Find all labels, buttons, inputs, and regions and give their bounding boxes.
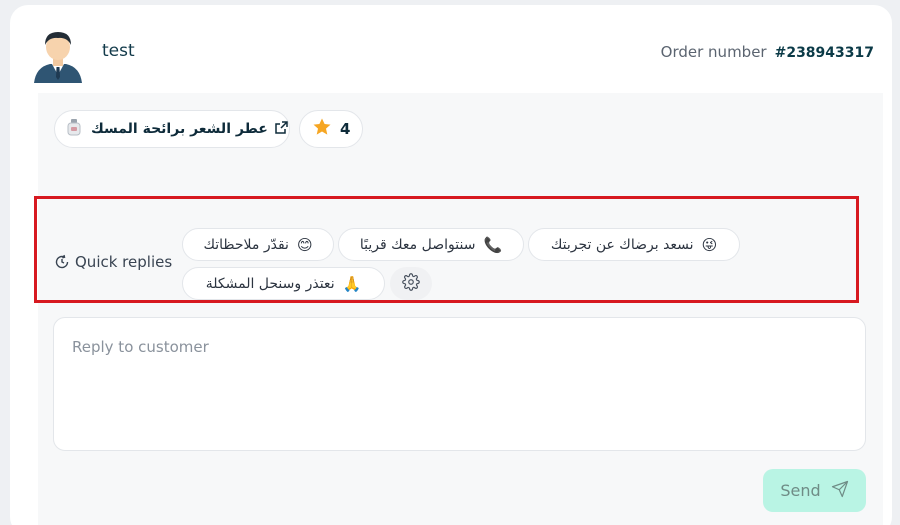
quick-reply-chip[interactable]: 😜 نسعد برضاك عن تجربتك	[528, 228, 740, 261]
quick-reply-emoji: 😜	[701, 235, 718, 254]
quick-reply-text: نعتذر وسنحل المشكلة	[205, 275, 335, 292]
product-chip[interactable]: عطر الشعر برائحة المسك	[54, 110, 290, 148]
quick-reply-text: نقدّر ملاحظاتك	[203, 236, 289, 253]
quick-reply-emoji: 📞	[483, 235, 503, 254]
conversation-panel: عطر الشعر برائحة المسك 4	[38, 93, 883, 525]
reply-input[interactable]	[53, 317, 866, 451]
star-icon	[312, 117, 332, 141]
customer-name: test	[102, 41, 135, 61]
quick-replies-settings-button[interactable]	[390, 267, 432, 300]
send-button[interactable]: Send	[763, 469, 866, 512]
product-name: عطر الشعر برائحة المسك	[91, 121, 268, 137]
perfume-bottle-icon	[65, 118, 83, 140]
header: test Order number #238943317	[10, 5, 892, 93]
order-number[interactable]: #238943317	[775, 45, 874, 61]
order-number-label: Order number	[660, 43, 767, 61]
quick-replies-label: Quick replies	[75, 253, 173, 271]
quick-reply-text: نسعد برضاك عن تجربتك	[550, 236, 694, 253]
quick-reply-chip[interactable]: 📞 سنتواصل معك قريبًا	[338, 228, 524, 261]
quick-reply-emoji: 😊	[296, 235, 313, 254]
refresh-icon	[54, 254, 70, 270]
rating-value: 4	[340, 120, 351, 138]
send-icon	[821, 480, 849, 502]
quick-reply-text: سنتواصل معك قريبًا	[359, 236, 476, 253]
order-info: Order number #238943317	[661, 43, 874, 61]
external-link-icon[interactable]	[274, 120, 289, 139]
rating-chip: 4	[299, 110, 363, 148]
quick-reply-chip[interactable]: 😊 نقدّر ملاحظاتك	[182, 228, 334, 261]
avatar	[32, 27, 84, 83]
send-label: Send	[780, 481, 821, 500]
quick-reply-emoji: 🙏	[342, 274, 362, 293]
quick-reply-chip[interactable]: 🙏 نعتذر وسنحل المشكلة	[182, 267, 385, 300]
gear-icon	[402, 272, 420, 295]
quick-replies-button[interactable]: Quick replies	[54, 253, 172, 271]
